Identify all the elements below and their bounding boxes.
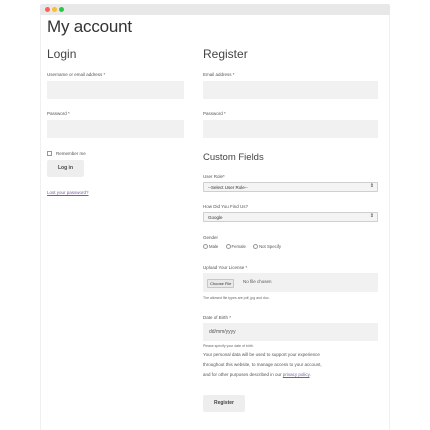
user-role-select[interactable]: --Select User Role-- ⇕	[203, 182, 378, 192]
select-arrows-icon: ⇕	[369, 213, 374, 219]
maximize-window-icon[interactable]	[59, 7, 64, 12]
radio-icon[interactable]	[225, 244, 231, 250]
gender-not-specify-option[interactable]: Not Specify	[253, 244, 281, 250]
remember-me-label: Remember me	[56, 151, 86, 156]
file-types-help: The allowed file types are pdf, jpg and …	[203, 296, 270, 300]
page-title: My account	[47, 17, 132, 36]
email-label: Email address *	[203, 72, 235, 77]
dob-placeholder: dd/mm/yyyy	[209, 329, 236, 335]
privacy-line-3: and for other purposes described in our …	[203, 372, 311, 377]
close-window-icon[interactable]	[45, 7, 50, 12]
gender-female-option[interactable]: Female	[225, 244, 246, 250]
right-border	[389, 15, 390, 430]
user-role-label: User Role*	[203, 174, 225, 179]
username-input[interactable]	[47, 81, 184, 99]
user-role-value: --Select User Role--	[208, 185, 248, 190]
radio-icon[interactable]	[253, 244, 259, 250]
password-label: Password *	[47, 111, 70, 116]
privacy-line-2: throughout this website, to manage acces…	[203, 362, 322, 367]
left-border	[40, 15, 41, 430]
find-us-label: How Did You Find Us?	[203, 204, 249, 209]
dob-label: Date of Birth *	[203, 315, 232, 320]
login-password-input[interactable]	[47, 120, 184, 138]
license-file-input: Choose File No file chosen	[203, 273, 378, 292]
register-password-input[interactable]	[203, 120, 378, 138]
login-button[interactable]: Log in	[47, 160, 84, 177]
browser-window: My account Login Username or email addre…	[40, 0, 390, 430]
register-password-label: Password *	[203, 111, 226, 116]
no-file-chosen-text: No file chosen	[243, 279, 272, 284]
gender-radio-group: Male Female Not Specify	[203, 244, 287, 250]
find-us-select[interactable]: Google ⇕	[203, 212, 378, 222]
select-arrows-icon: ⇕	[369, 183, 374, 189]
privacy-policy-link[interactable]: privacy policy	[283, 372, 310, 377]
register-button[interactable]: Register	[203, 395, 245, 412]
gender-label: Gender	[203, 235, 219, 240]
register-heading: Register	[203, 47, 248, 61]
remember-me-checkbox[interactable]	[47, 151, 52, 156]
username-label: Username or email address *	[47, 72, 106, 77]
dob-input[interactable]: dd/mm/yyyy	[203, 323, 378, 341]
window-titlebar	[40, 4, 390, 15]
dob-help: Please specify your date of birth.	[203, 344, 254, 348]
choose-file-button[interactable]: Choose File	[207, 279, 235, 288]
find-us-value: Google	[208, 215, 223, 220]
radio-icon[interactable]	[203, 244, 208, 250]
privacy-text: Your personal data will be used to suppo…	[203, 350, 383, 380]
license-label: Upload Your License *	[203, 265, 248, 270]
email-input[interactable]	[203, 81, 378, 99]
gender-male-option[interactable]: Male	[203, 244, 218, 250]
minimize-window-icon[interactable]	[52, 7, 57, 12]
privacy-line-1: Your personal data will be used to suppo…	[203, 352, 320, 357]
custom-fields-heading: Custom Fields	[203, 152, 264, 163]
lost-password-link[interactable]: Lost your password?	[47, 190, 89, 195]
login-heading: Login	[47, 47, 77, 61]
